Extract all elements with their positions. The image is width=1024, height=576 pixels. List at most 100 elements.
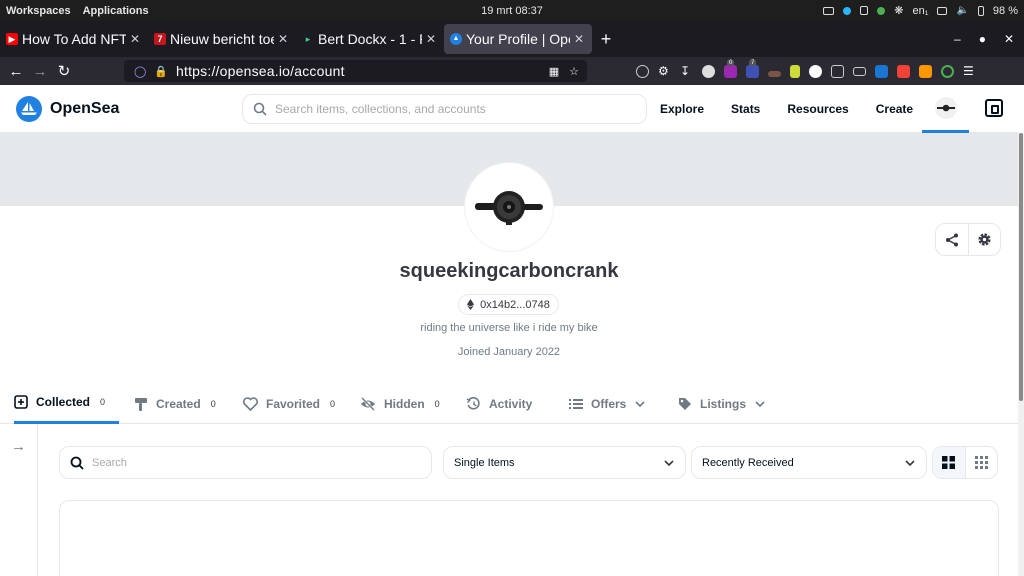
chevron-down-icon (755, 400, 765, 407)
wallet-address-pill[interactable]: 0x14b2...0748 (458, 294, 559, 315)
new-tab-button[interactable]: + (592, 21, 620, 57)
extension-card-icon[interactable] (853, 66, 866, 76)
extension-percent-icon[interactable] (897, 64, 910, 78)
applications-menu[interactable]: Applications (83, 5, 149, 17)
shield-tray-icon[interactable] (860, 6, 869, 15)
item-type-select[interactable]: Single Items (443, 446, 686, 479)
browser-tab[interactable]: ▸ Bert Dockx - 1 - Pit ✕ (296, 24, 444, 54)
os-top-bar: Workspaces Applications 19 mrt 08:37 ❋ e… (0, 0, 1024, 21)
nav-resources[interactable]: Resources (787, 102, 848, 116)
extension-shield-icon[interactable] (831, 64, 844, 78)
profile-actions (935, 223, 1001, 256)
chevron-down-icon (635, 400, 645, 407)
joined-date: Joined January 2022 (457, 346, 561, 358)
tab-collected[interactable]: Collected 0 (14, 383, 120, 424)
browser-tab[interactable]: 7 Nieuw bericht toev ✕ (148, 24, 296, 54)
wallet-icon[interactable] (985, 99, 1003, 117)
sailboat-icon (16, 96, 42, 122)
site-search-input[interactable] (275, 102, 635, 116)
nav-stats[interactable]: Stats (731, 102, 760, 116)
extension-circle-icon[interactable] (941, 64, 954, 78)
eye-off-icon (361, 396, 375, 411)
language-indicator[interactable]: en₁ (913, 5, 929, 17)
nav-create[interactable]: Create (876, 102, 913, 116)
volume-icon[interactable]: 🔈 (956, 5, 968, 16)
nav-explore[interactable]: Explore (660, 102, 704, 116)
tracking-shield-icon[interactable]: ◯ (134, 65, 146, 78)
profile-avatar[interactable] (465, 163, 553, 251)
minimize-icon[interactable]: – (954, 32, 961, 46)
battery-level: 98 % (992, 4, 1018, 17)
close-icon[interactable]: ✕ (574, 32, 584, 46)
play-favicon-icon: ▸ (305, 34, 311, 44)
tab-offers[interactable]: Offers (569, 383, 646, 424)
metamask-icon[interactable] (919, 64, 932, 78)
gear-icon (978, 233, 991, 246)
tab-title: Nieuw bericht toev (170, 31, 274, 47)
small-grid-button[interactable] (966, 447, 998, 478)
tab-listings[interactable]: Listings (678, 383, 766, 424)
bookmark-star-icon[interactable]: ☆ (569, 65, 579, 78)
tab-favorited[interactable]: Favorited 0 (243, 383, 335, 424)
extension-brown-icon[interactable] (768, 71, 781, 77)
hamburger-menu-icon[interactable]: ☰ (963, 64, 976, 78)
items-search-input[interactable] (92, 456, 412, 469)
extension-b-icon[interactable] (702, 64, 715, 78)
extension-bars-icon[interactable] (790, 64, 800, 78)
workspaces-menu[interactable]: Workspaces (6, 5, 71, 17)
avatar-small (934, 96, 957, 119)
forward-arrow-icon[interactable]: → (28, 63, 52, 80)
close-window-icon[interactable]: ✕ (1004, 32, 1014, 46)
tab-created[interactable]: Created 0 (134, 383, 216, 424)
scrollbar-thumb[interactable] (1019, 133, 1023, 401)
tab-activity[interactable]: Activity (466, 383, 532, 424)
extension-blue-icon[interactable]: 7 (746, 59, 759, 78)
profile-menu-button[interactable] (922, 85, 969, 133)
settings-button[interactable] (969, 224, 1001, 255)
display-icon[interactable] (937, 6, 948, 15)
extension-bird-icon[interactable] (809, 64, 822, 78)
close-icon[interactable]: ✕ (278, 32, 288, 46)
back-arrow-icon[interactable]: ← (4, 63, 28, 80)
share-icon (945, 233, 958, 246)
accessibility-icon[interactable]: ❋ (894, 4, 903, 17)
url-bar[interactable]: ◯ 🔒 https://opensea.io/account ▦ ☆ (124, 60, 587, 82)
expand-filters-arrow-icon[interactable]: → (11, 438, 26, 455)
sync-tray-icon[interactable] (877, 6, 886, 15)
small-grid-icon (974, 456, 988, 469)
mail-favicon-icon: 7 (154, 33, 166, 45)
site-header: OpenSea Explore Stats Resources Create (0, 85, 1018, 133)
opensea-logo[interactable]: OpenSea (16, 96, 119, 122)
lock-icon[interactable]: 🔒 (154, 65, 168, 78)
translate-icon[interactable]: ▦ (549, 65, 559, 78)
select-value: Single Items (454, 456, 515, 469)
reload-icon[interactable]: ↻ (52, 62, 76, 80)
tab-hidden[interactable]: Hidden 0 (360, 383, 440, 424)
browser-tab-active[interactable]: ▲ Your Profile | Oper ✕ (444, 24, 592, 54)
battery-icon[interactable] (977, 5, 984, 16)
maximize-icon[interactable]: ● (979, 32, 986, 46)
page-scrollbar[interactable] (1018, 133, 1024, 576)
opensea-favicon-icon: ▲ (450, 33, 462, 45)
extension-translate-icon[interactable] (875, 64, 888, 78)
extensions-toolbar: ⚙ ↧ 0 7 ☰ (636, 57, 976, 85)
history-icon (466, 396, 480, 409)
site-search-box[interactable] (242, 94, 647, 124)
items-search-box[interactable] (59, 446, 432, 479)
tab-label: Created (156, 396, 201, 411)
tab-label: Hidden (384, 396, 425, 411)
pocket-icon[interactable] (636, 64, 649, 78)
gear-icon[interactable]: ⚙ (658, 64, 671, 78)
window-list-icon[interactable] (823, 6, 835, 15)
search-icon (70, 456, 84, 470)
download-icon[interactable]: ↧ (680, 64, 693, 78)
url-text[interactable]: https://opensea.io/account (176, 63, 345, 79)
large-grid-button[interactable] (933, 447, 966, 478)
telegram-icon[interactable] (843, 6, 852, 15)
browser-tab[interactable]: ▶ How To Add NFTs T ✕ (0, 24, 148, 54)
share-button[interactable] (936, 224, 969, 255)
close-icon[interactable]: ✕ (426, 32, 436, 46)
extension-purple-icon[interactable]: 0 (724, 59, 737, 78)
close-icon[interactable]: ✕ (130, 32, 140, 46)
sort-select[interactable]: Recently Received (691, 446, 927, 479)
